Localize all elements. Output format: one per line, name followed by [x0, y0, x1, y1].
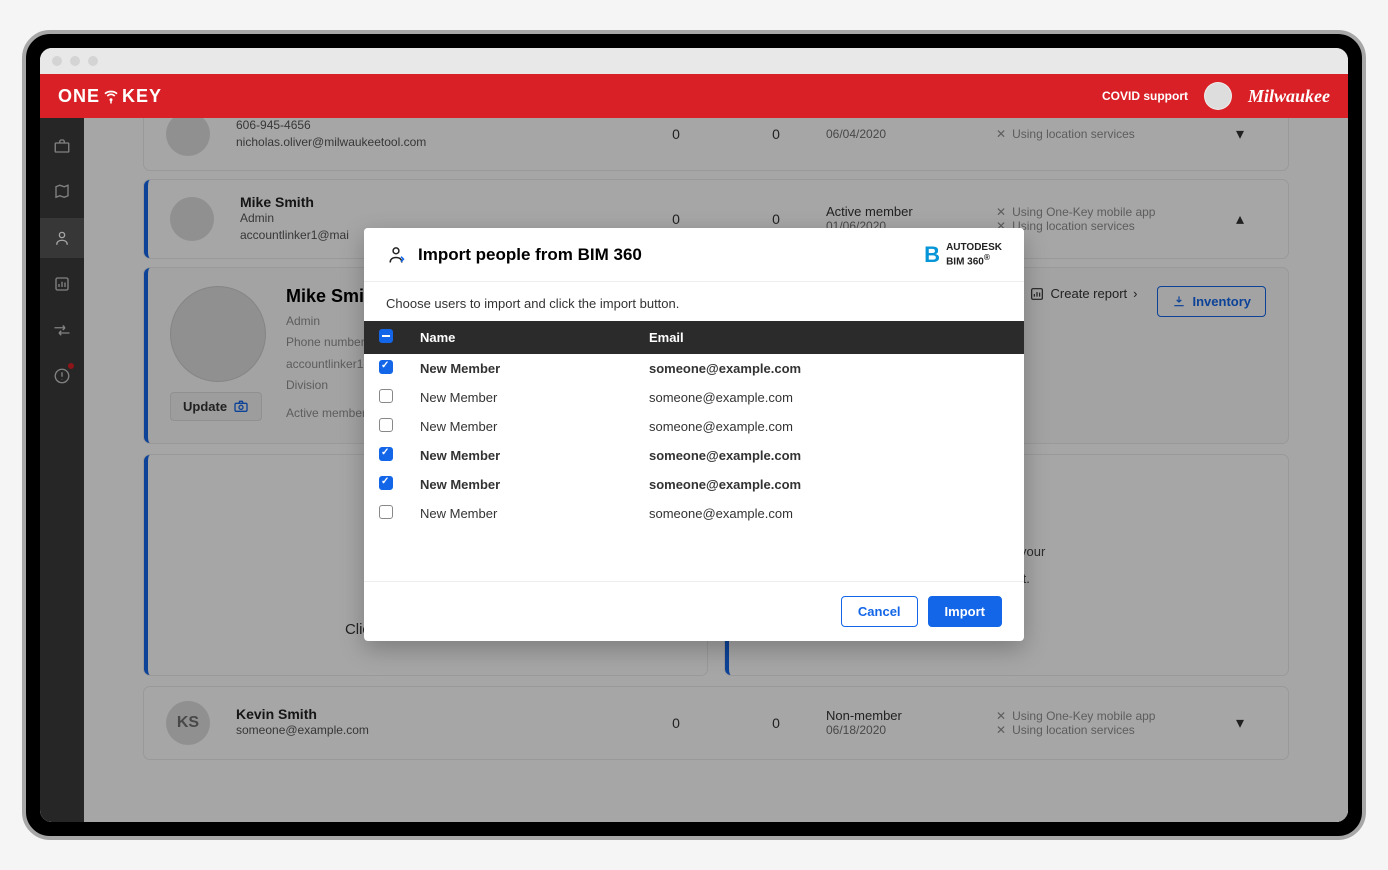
import-row[interactable]: New Membersomeone@example.com	[364, 354, 1024, 383]
modal-footer: Cancel Import	[364, 581, 1024, 641]
import-table: Name Email New Membersomeone@example.com…	[364, 321, 1024, 528]
row-name: New Member	[408, 499, 637, 528]
bim360-logo: B AUTODESK BIM 360®	[924, 242, 1002, 267]
screen: ONE KEY COVID support Milwaukee	[40, 48, 1348, 822]
autodesk-label: AUTODESK	[946, 242, 1002, 253]
modal-title: Import people from BIM 360	[418, 245, 642, 265]
bim360-label: BIM 360	[946, 256, 984, 267]
header-right: COVID support Milwaukee	[1102, 82, 1330, 110]
row-email: someone@example.com	[637, 383, 1024, 412]
row-name: New Member	[408, 470, 637, 499]
workspace: 606-945-4656 nicholas.oliver@milwaukeeto…	[40, 118, 1348, 822]
row-checkbox[interactable]	[379, 418, 393, 432]
brand-logo[interactable]: ONE KEY	[58, 86, 162, 107]
person-import-icon	[386, 245, 406, 265]
import-row[interactable]: New Membersomeone@example.com	[364, 412, 1024, 441]
row-email: someone@example.com	[637, 412, 1024, 441]
covid-support-link[interactable]: COVID support	[1102, 89, 1188, 103]
milwaukee-logo: Milwaukee	[1248, 86, 1330, 107]
import-row[interactable]: New Membersomeone@example.com	[364, 470, 1024, 499]
import-row[interactable]: New Membersomeone@example.com	[364, 499, 1024, 528]
select-all-checkbox[interactable]	[379, 329, 393, 343]
row-email: someone@example.com	[637, 499, 1024, 528]
row-email: someone@example.com	[637, 470, 1024, 499]
import-button[interactable]: Import	[928, 596, 1002, 627]
browser-titlebar	[40, 48, 1348, 74]
row-checkbox[interactable]	[379, 447, 393, 461]
modal-subtitle: Choose users to import and click the imp…	[364, 282, 1024, 321]
device-frame: ONE KEY COVID support Milwaukee	[22, 30, 1366, 840]
import-people-modal: Import people from BIM 360 B AUTODESK BI…	[364, 228, 1024, 641]
cancel-button[interactable]: Cancel	[841, 596, 918, 627]
modal-body: Name Email New Membersomeone@example.com…	[364, 321, 1024, 581]
row-name: New Member	[408, 354, 637, 383]
traffic-light-minimize[interactable]	[70, 56, 80, 66]
row-email: someone@example.com	[637, 441, 1024, 470]
row-name: New Member	[408, 441, 637, 470]
user-avatar[interactable]	[1204, 82, 1232, 110]
brand-right: KEY	[122, 86, 162, 107]
row-checkbox[interactable]	[379, 505, 393, 519]
row-checkbox[interactable]	[379, 476, 393, 490]
row-name: New Member	[408, 383, 637, 412]
traffic-light-zoom[interactable]	[88, 56, 98, 66]
brand-left: ONE	[58, 86, 100, 107]
import-row[interactable]: New Membersomeone@example.com	[364, 383, 1024, 412]
row-email: someone@example.com	[637, 354, 1024, 383]
col-email: Email	[637, 321, 1024, 354]
app-header: ONE KEY COVID support Milwaukee	[40, 74, 1348, 118]
row-checkbox[interactable]	[379, 389, 393, 403]
row-name: New Member	[408, 412, 637, 441]
row-checkbox[interactable]	[379, 360, 393, 374]
traffic-light-close[interactable]	[52, 56, 62, 66]
modal-header: Import people from BIM 360 B AUTODESK BI…	[364, 228, 1024, 282]
col-name: Name	[408, 321, 637, 354]
import-row[interactable]: New Membersomeone@example.com	[364, 441, 1024, 470]
wifi-key-icon	[102, 87, 120, 105]
